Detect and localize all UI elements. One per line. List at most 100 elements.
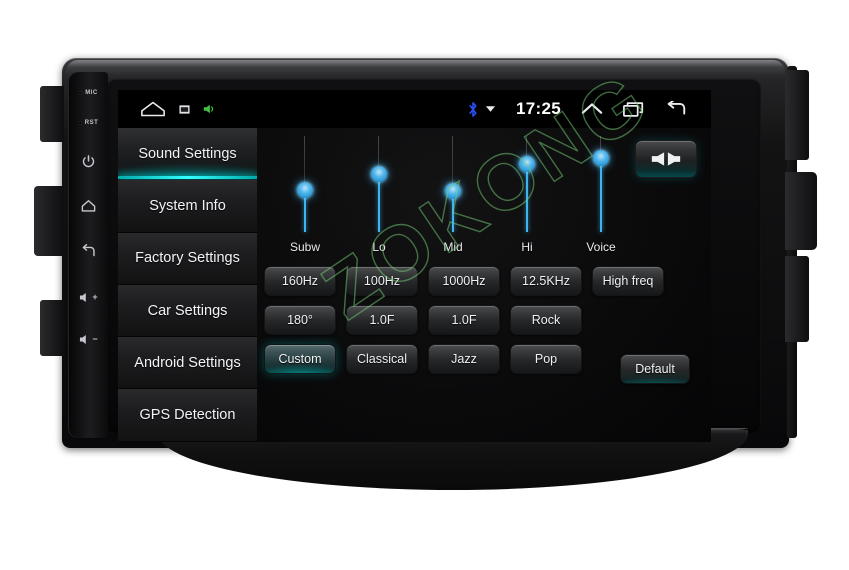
button-label: Jazz (451, 352, 477, 366)
default-button[interactable]: Default (620, 354, 690, 384)
slider-subw[interactable]: Subw (274, 136, 336, 264)
slider-label: Hi (521, 240, 533, 254)
home-icon (81, 199, 95, 212)
recent-apps-icon[interactable] (623, 101, 645, 118)
home-icon[interactable] (140, 100, 166, 118)
screenshot-icon[interactable] (179, 104, 190, 115)
sidebar-item-car-settings[interactable]: Car Settings (118, 284, 257, 338)
slider-fill (599, 158, 602, 232)
mic-label: MIC (85, 90, 98, 96)
slider-label: Voice (586, 240, 616, 254)
settings-sidebar: Sound Settings System Info Factory Setti… (118, 128, 257, 442)
slider-thumb[interactable] (297, 182, 313, 198)
slider-mid[interactable]: Mid (422, 136, 484, 264)
button-label: Rock (531, 313, 561, 327)
button-label: 180° (287, 313, 313, 327)
volume-down-button[interactable]: − (68, 326, 108, 352)
dropdown-triangle-icon[interactable] (485, 105, 496, 113)
freq-button-100hz[interactable]: 100Hz (346, 266, 418, 296)
reset-label: RST (84, 120, 99, 126)
mounting-bracket-right-middle (785, 172, 817, 250)
mounting-bracket-right-top (785, 70, 809, 160)
reset-label-group: RST (77, 120, 99, 126)
parameter-button-row: 180° 1.0F 1.0F Rock (257, 305, 711, 335)
mic-pinhole-icon (78, 91, 83, 95)
button-label: 1.0F (451, 313, 477, 327)
button-label: High freq (602, 274, 654, 288)
volume-down-label: − (92, 334, 98, 344)
status-bar: 17:25 (118, 90, 711, 128)
back-icon (82, 243, 95, 256)
slider-fill (525, 164, 528, 232)
slider-thumb[interactable] (371, 166, 387, 182)
sidebar-item-label: Car Settings (147, 302, 228, 319)
param-button-q-factor-1[interactable]: 1.0F (346, 305, 418, 335)
freq-button-12-5khz[interactable]: 12.5KHz (510, 266, 582, 296)
sidebar-item-label: Sound Settings (138, 145, 237, 162)
frequency-button-row: 160Hz 100Hz 1000Hz 12.5KHz High freq (257, 266, 711, 296)
sidebar-item-system-info[interactable]: System Info (118, 180, 257, 233)
volume-icon[interactable] (203, 103, 215, 115)
balance-fader-icon (651, 152, 681, 166)
balance-fader-button[interactable] (635, 140, 697, 178)
sidebar-item-factory-settings[interactable]: Factory Settings (118, 232, 257, 285)
sidebar-item-label: GPS Detection (139, 407, 236, 424)
slider-fill (377, 174, 380, 232)
sidebar-item-gps-detection[interactable]: GPS Detection (118, 389, 257, 442)
button-label: 12.5KHz (522, 274, 570, 288)
slider-thumb[interactable] (519, 156, 535, 172)
preset-button-jazz[interactable]: Jazz (428, 344, 500, 374)
sound-settings-panel: Subw Lo Mid Hi Voice 160Hz 100Hz 1000Hz … (257, 128, 711, 442)
chevron-up-icon[interactable] (581, 101, 603, 117)
button-label: Classical (356, 352, 407, 366)
freq-button-high-freq[interactable]: High freq (592, 266, 664, 296)
sidebar-item-label: Factory Settings (135, 250, 240, 267)
volume-up-group: + (78, 291, 98, 304)
home-button[interactable] (68, 192, 108, 218)
freq-button-160hz[interactable]: 160Hz (264, 266, 336, 296)
preset-button-classical[interactable]: Classical (346, 344, 418, 374)
sidebar-item-sound-settings[interactable]: Sound Settings (118, 128, 257, 181)
slider-label: Subw (289, 240, 321, 254)
sidebar-item-android-settings[interactable]: Android Settings (118, 337, 257, 390)
param-button-q-factor-2[interactable]: 1.0F (428, 305, 500, 335)
button-label: Pop (534, 352, 558, 366)
status-bar-right-icons: 17:25 (468, 99, 687, 119)
slider-voice[interactable]: Voice (570, 136, 632, 264)
power-button[interactable] (68, 148, 108, 174)
preset-button-rock[interactable]: Rock (510, 305, 582, 335)
reset-pinhole-icon (77, 121, 82, 125)
volume-down-group: − (78, 333, 98, 346)
mounting-bracket-right-bottom (785, 256, 809, 342)
status-bar-left-icons (140, 100, 215, 118)
back-button[interactable] (68, 238, 108, 264)
slider-thumb[interactable] (593, 150, 609, 166)
reset-pinhole[interactable]: RST (68, 120, 108, 126)
slider-hi[interactable]: Hi (496, 136, 558, 264)
slider-thumb[interactable] (445, 183, 461, 199)
mounting-bracket-left-bottom (40, 300, 64, 356)
volume-down-icon (80, 334, 87, 344)
bezel-gloss-highlight (66, 60, 785, 76)
preset-button-pop[interactable]: Pop (510, 344, 582, 374)
mounting-bracket-left-middle (34, 186, 64, 256)
volume-up-button[interactable]: + (68, 284, 108, 310)
bluetooth-icon[interactable] (468, 101, 478, 117)
preset-button-custom[interactable]: Custom (264, 344, 336, 374)
button-label: Custom (278, 352, 322, 366)
volume-up-label: + (92, 292, 98, 302)
param-button-phase-180[interactable]: 180° (264, 305, 336, 335)
head-unit-screen: 17:25 Sound Settings System Info Factory… (118, 90, 711, 442)
back-arrow-icon[interactable] (665, 101, 687, 117)
sidebar-item-label: System Info (149, 197, 226, 214)
sidebar-item-label: Android Settings (134, 354, 241, 371)
mic-pinhole: MIC (68, 90, 108, 96)
volume-up-icon (80, 292, 87, 302)
freq-button-1000hz[interactable]: 1000Hz (428, 266, 500, 296)
mounting-bracket-left-top (40, 86, 64, 142)
mic-label-group: MIC (78, 90, 98, 96)
slider-label: Lo (372, 240, 386, 254)
slider-lo[interactable]: Lo (348, 136, 410, 264)
side-control-strip: MIC RST + − (68, 72, 108, 438)
power-icon (82, 154, 94, 167)
